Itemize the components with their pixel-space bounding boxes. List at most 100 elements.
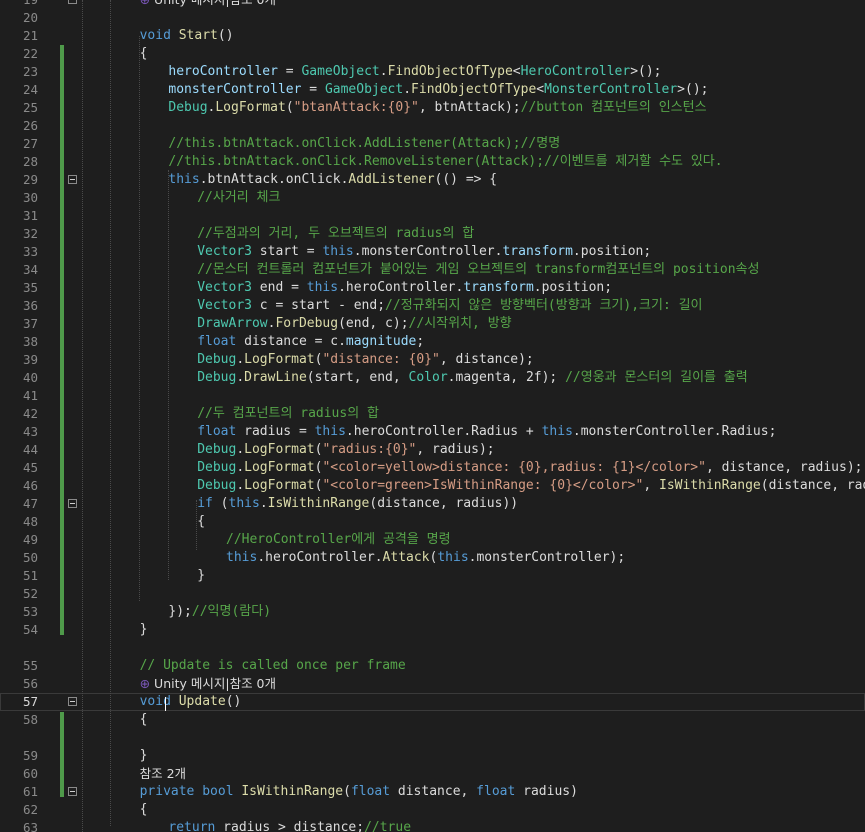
line-number: 48 [22, 514, 38, 529]
code-token: { [197, 514, 206, 529]
code-token: start = [251, 244, 323, 259]
code-token: (distance, radius)); [760, 478, 865, 493]
code-line[interactable] [0, 639, 865, 657]
line-number: 29 [22, 172, 38, 187]
code-token: }); [168, 604, 192, 619]
code-line[interactable]: 36 Vector3 c = start - end;//정규화되지 않은 방향벡… [0, 297, 865, 315]
collapse-toggle-icon[interactable] [68, 697, 77, 706]
code-line[interactable]: 39 Debug.LogFormat("distance: {0}", dista… [0, 351, 865, 369]
code-text: this.heroController.Attack(this.monsterC… [226, 549, 625, 567]
code-token: .position; [572, 244, 652, 259]
code-line[interactable]: 41 [0, 387, 865, 405]
code-line[interactable]: 25 Debug.LogFormat("btanAttack:{0}", btnA… [0, 99, 865, 117]
code-token: . [236, 478, 245, 493]
code-line[interactable]: 30 //사거리 체크 [0, 189, 865, 207]
code-text: return radius > distance;//true [168, 819, 411, 832]
code-line[interactable]: 51} [0, 567, 865, 585]
line-number: 32 [22, 226, 38, 241]
code-text: this.btnAttack.onClick.AddListener(() =>… [168, 171, 497, 189]
code-line[interactable]: 26 [0, 117, 865, 135]
code-line[interactable]: 44 Debug.LogFormat("radius:{0}", radius); [0, 441, 865, 459]
code-line[interactable]: 54} [0, 621, 865, 639]
collapse-toggle-icon[interactable] [68, 787, 77, 796]
code-token: float [197, 334, 237, 349]
code-token: //button 컴포넌트의 인스턴스 [520, 100, 707, 115]
code-token: FindObjectOfType [387, 64, 513, 79]
code-line[interactable]: 31 [0, 207, 865, 225]
collapse-toggle-icon[interactable] [68, 175, 77, 184]
code-line[interactable]: 61 private bool IsWithinRange(float dista… [0, 783, 865, 801]
code-line[interactable] [0, 729, 865, 747]
code-text: Debug.DrawLine(start, end, Color.magenta… [197, 369, 748, 387]
code-line[interactable]: 57 void Update() [0, 693, 865, 711]
code-line[interactable]: 58 { [0, 711, 865, 729]
code-token: Unity 메시지|참조 0개 [154, 676, 277, 691]
code-token: .heroController. [257, 550, 383, 565]
code-line[interactable]: 53});//익명(람다) [0, 603, 865, 621]
text-caret [165, 697, 166, 711]
code-line[interactable]: 63 return radius > distance;//true [0, 819, 865, 832]
code-line[interactable]: 28 //this.btnAttack.onClick.RemoveListene… [0, 153, 865, 171]
code-line[interactable]: 20 [0, 9, 865, 27]
code-line[interactable]: 24 monsterController = GameObject.FindObj… [0, 81, 865, 99]
code-token: Color [408, 370, 448, 385]
code-line[interactable]: 42 //두 컴포넌트의 radius의 합 [0, 405, 865, 423]
code-token: . [236, 442, 245, 457]
code-token: ForDebug [275, 316, 339, 331]
code-line[interactable]: 62 { [0, 801, 865, 819]
code-line[interactable]: 46 Debug.LogFormat("<color=green>IsWithin… [0, 477, 865, 495]
code-line[interactable]: 21 void Start() [0, 27, 865, 45]
code-text: Debug.LogFormat("radius:{0}", radius); [197, 441, 494, 459]
line-number: 34 [22, 262, 38, 277]
code-token: (() => { [434, 172, 498, 187]
code-line[interactable]: 37 DrawArrow.ForDebug(end, c);//시작위치, 방향 [0, 315, 865, 333]
code-line[interactable]: 35 Vector3 end = this.heroController.tran… [0, 279, 865, 297]
code-line[interactable]: 38 float distance = c.magnitude; [0, 333, 865, 351]
code-token: //사거리 체크 [197, 190, 281, 205]
codelens-text[interactable]: ⊕ Unity 메시지|참조 0개 [140, 0, 276, 9]
code-line[interactable]: 29 this.btnAttack.onClick.AddListener(() … [0, 171, 865, 189]
code-line[interactable]: 52 [0, 585, 865, 603]
codelens-text[interactable]: 참조 2개 [140, 765, 186, 783]
code-token: "<color=green>IsWithinRange: {0}</color>… [322, 478, 644, 493]
code-line[interactable]: 23 heroController = GameObject.FindObject… [0, 63, 865, 81]
code-line[interactable]: 43 float radius = this.heroController.Rad… [0, 423, 865, 441]
code-text: if (this.IsWithinRange(distance, radius)… [197, 495, 518, 513]
code-token: Debug [197, 460, 237, 475]
code-token: //영웅과 몬스터의 길이를 출력 [565, 370, 748, 385]
code-line[interactable]: 49 //HeroController에게 공격을 명령 [0, 531, 865, 549]
line-number: 55 [22, 658, 38, 673]
code-line[interactable]: 33 Vector3 start = this.monsterController… [0, 243, 865, 261]
line-number: 46 [22, 478, 38, 493]
code-line[interactable]: 59} [0, 747, 865, 765]
code-line[interactable]: 34 //몬스터 컨트롤러 컴포넌트가 붙어있는 게임 오브젝트의 transfo… [0, 261, 865, 279]
code-text: //this.btnAttack.onClick.AddListener(Att… [168, 135, 560, 153]
codelens-row[interactable]: 19 ⊕ Unity 메시지|참조 0개 [0, 0, 865, 9]
code-token: this [306, 280, 339, 295]
code-token: } [139, 622, 148, 637]
code-line[interactable]: 55 // Update is called once per frame [0, 657, 865, 675]
code-token: 참조 2개 [139, 766, 187, 781]
code-line[interactable]: 40 Debug.DrawLine(start, end, Color.magen… [0, 369, 865, 387]
code-token: = [301, 82, 325, 97]
code-line[interactable]: 50 this.heroController.Attack(this.monste… [0, 549, 865, 567]
collapse-toggle-icon[interactable] [68, 499, 77, 508]
codelens-row[interactable]: 60 참조 2개 [0, 765, 865, 783]
code-token: // Update is called once per frame [139, 658, 406, 673]
code-line[interactable]: 22 { [0, 45, 865, 63]
code-line[interactable]: 32 //두점과의 거리, 두 오브젝트의 radius의 합 [0, 225, 865, 243]
code-token: this [437, 550, 469, 565]
code-line[interactable]: 48 { [0, 513, 865, 531]
code-token: bool [202, 784, 234, 799]
code-token: , btnAttack); [418, 100, 521, 115]
codelens-row[interactable]: 56 ⊕ Unity 메시지|참조 0개 [0, 675, 865, 693]
code-text: private bool IsWithinRange(float distanc… [140, 783, 578, 801]
code-line[interactable]: 45 Debug.LogFormat("<color=yellow>distanc… [0, 459, 865, 477]
code-token: .monsterController); [468, 550, 626, 565]
code-line[interactable]: 47 if (this.IsWithinRange(distance, radiu… [0, 495, 865, 513]
line-number: 36 [22, 298, 38, 313]
code-editor[interactable]: 19⊕ Unity 메시지|참조 0개2021void Start()22{23… [0, 0, 865, 832]
codelens-text[interactable]: ⊕ Unity 메시지|참조 0개 [140, 675, 276, 693]
collapse-toggle-icon[interactable] [68, 0, 77, 4]
code-line[interactable]: 27 //this.btnAttack.onClick.AddListener(A… [0, 135, 865, 153]
